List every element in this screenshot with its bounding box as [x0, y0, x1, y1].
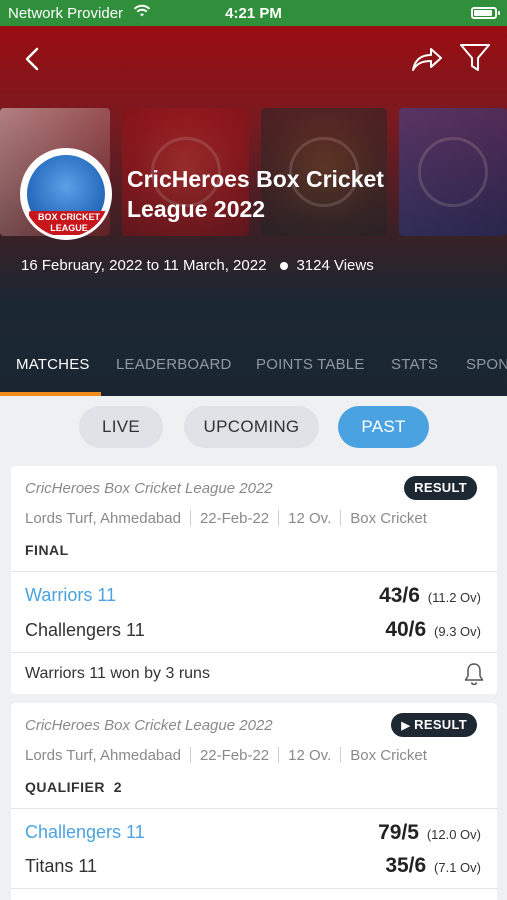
score-overs: (11.2 Ov) [427, 590, 481, 605]
tab-stats[interactable]: STATS [391, 356, 438, 373]
share-icon [412, 48, 442, 71]
divider [11, 571, 497, 572]
match-overs: 12 Ov. [288, 510, 332, 527]
match-format: Box Cricket [350, 747, 427, 764]
team-name: Titans 11 [25, 856, 98, 876]
battery-icon [471, 7, 500, 19]
filter-button[interactable] [458, 42, 492, 74]
status-bar: Network Provider 4:21 PM [0, 0, 507, 26]
match-stage: FINAL [25, 542, 69, 558]
tab-sponsors[interactable]: SPON [466, 356, 507, 373]
divider [11, 888, 497, 889]
match-format: Box Cricket [350, 510, 427, 527]
team-score: 79/5 (12.0 Ov) [378, 821, 481, 845]
tab-bar: MATCHES LEADERBOARD POINTS TABLE STATS S… [0, 348, 507, 396]
filter-live[interactable]: LIVE [79, 406, 163, 448]
tournament-header: BOX CRICKET LEAGUE CricHeroes Box Cricke… [0, 26, 507, 396]
tournament-title: CricHeroes Box Cricket League 2022 [127, 166, 384, 222]
bell-icon [464, 663, 484, 686]
match-venue: Lords Turf, Ahmedabad [25, 747, 181, 764]
match-result: Warriors 11 won by 3 runs [25, 665, 210, 682]
team-name: Challengers 11 [25, 822, 145, 842]
match-card[interactable]: CricHeroes Box Cricket League 2022 RESUL… [11, 466, 497, 694]
active-tab-indicator [0, 392, 101, 396]
score-overs: (7.1 Ov) [434, 860, 481, 875]
result-badge: RESULT [404, 476, 477, 500]
match-date: 22-Feb-22 [199, 747, 270, 764]
team-score: 35/6 (7.1 Ov) [385, 854, 481, 878]
match-venue: Lords Turf, Ahmedabad [25, 510, 181, 527]
score-runs: 40/6 [385, 618, 427, 641]
team-name: Warriors 11 [25, 585, 117, 605]
match-league: CricHeroes Box Cricket League 2022 [25, 717, 273, 734]
score-runs: 43/6 [379, 584, 420, 607]
share-button[interactable] [410, 44, 444, 74]
divider [11, 808, 497, 809]
dot-separator [280, 261, 289, 270]
clock: 4:21 PM [225, 5, 282, 22]
tab-points-table[interactable]: POINTS TABLE [256, 356, 365, 373]
match-card[interactable]: CricHeroes Box Cricket League 2022 ▶ RESU… [11, 703, 497, 900]
chevron-left-icon [25, 47, 39, 71]
match-details: Lords Turf, Ahmedabad 22-Feb-22 12 Ov. Box … [25, 747, 427, 764]
view-count: 3124 Views [296, 257, 374, 274]
tab-matches[interactable]: MATCHES [16, 356, 90, 373]
match-league: CricHeroes Box Cricket League 2022 [25, 480, 273, 497]
logo-text: BOX CRICKET LEAGUE [29, 211, 109, 235]
match-overs: 12 Ov. [288, 747, 332, 764]
score-runs: 79/5 [378, 821, 419, 844]
divider [11, 652, 497, 653]
notification-button[interactable] [463, 662, 485, 686]
play-icon: ▶ [401, 720, 411, 732]
filter-upcoming[interactable]: UPCOMING [184, 406, 319, 448]
back-button[interactable] [18, 44, 48, 74]
match-date: 22-Feb-22 [199, 510, 270, 527]
score-overs: (9.3 Ov) [434, 624, 481, 639]
tournament-dates: 16 February, 2022 to 11 March, 2022 [21, 257, 267, 274]
score-runs: 35/6 [385, 854, 427, 877]
tab-leaderboard[interactable]: LEADERBOARD [116, 356, 232, 373]
result-badge: ▶ RESULT [391, 713, 477, 737]
match-filter: LIVE UPCOMING PAST [0, 406, 507, 450]
team-score: 43/6 (11.2 Ov) [379, 584, 481, 608]
match-stage: QUALIFIER 2 [25, 779, 123, 795]
score-overs: (12.0 Ov) [426, 827, 481, 842]
tournament-meta: 16 February, 2022 to 11 March, 2022 3124 … [21, 257, 374, 274]
filter-past[interactable]: PAST [338, 406, 429, 448]
filter-icon [460, 44, 490, 71]
tournament-logo: BOX CRICKET LEAGUE [20, 148, 112, 240]
match-details: Lords Turf, Ahmedabad 22-Feb-22 12 Ov. Box … [25, 510, 427, 527]
team-name: Challengers 11 [25, 620, 145, 640]
team-score: 40/6 (9.3 Ov) [385, 618, 481, 642]
